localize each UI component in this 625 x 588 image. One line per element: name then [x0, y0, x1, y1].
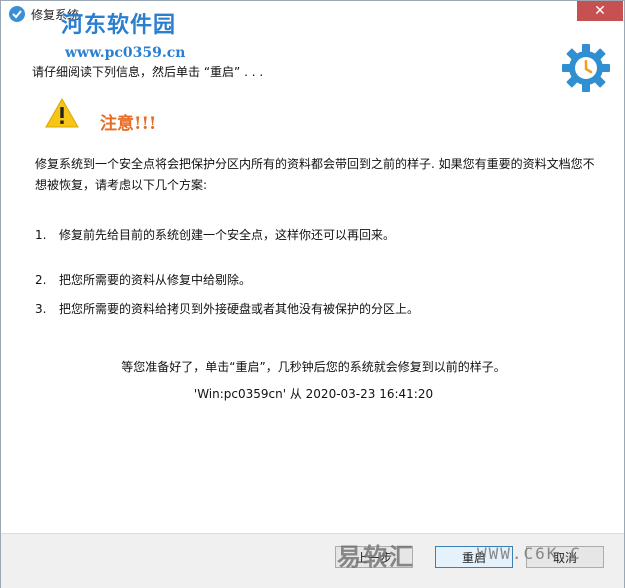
restore-point-info: 'Win:pc0359cn' 从 2020-03-23 16:41:20: [193, 387, 434, 401]
list-item: 3. 把您所需要的资料给拷贝到外接硬盘或者其他没有被保护的分区上。: [35, 300, 419, 317]
warning-icon: [44, 97, 80, 129]
watermark-bottom-url: WWW.C6K.C: [477, 544, 582, 563]
list-item-number: 1.: [35, 228, 47, 242]
close-button[interactable]: ✕: [577, 1, 623, 21]
list-item-text: 把您所需要的资料给拷贝到外接硬盘或者其他没有被保护的分区上。: [59, 302, 420, 316]
ready-text: 等您准备好了，单击“重启”，几秒钟后您的系统就会修复到以前的样子。: [121, 360, 506, 374]
restore-window: 修复系统 ✕ 河东软件园 www.pc0359.cn 请仔细阅读下列信息，然后单…: [0, 0, 625, 588]
instruction-text: 请仔细阅读下列信息，然后单击 “重启” . . .: [32, 65, 264, 79]
list-item-text: 修复前先给目前的系统创建一个安全点，这样你还可以再回来。: [59, 228, 396, 242]
list-item: 2. 把您所需要的资料从修复中给剔除。: [35, 271, 251, 288]
watermark-site-url: www.pc0359.cn: [65, 45, 186, 61]
watermark-bottom-text: 易软汇: [337, 542, 415, 571]
list-item-number: 3.: [35, 302, 47, 316]
app-icon: [8, 5, 26, 23]
warning-paragraph: 修复系统到一个安全点将会把保护分区内所有的资料都会带回到之前的样子. 如果您有重…: [35, 157, 595, 192]
gear-clock-icon: [560, 42, 612, 94]
close-icon: ✕: [594, 3, 606, 19]
warning-title: 注意!!!: [100, 114, 157, 134]
list-item-number: 2.: [35, 273, 47, 287]
watermark-site-name: 河东软件园: [61, 12, 177, 38]
list-item-text: 把您所需要的资料从修复中给剔除。: [59, 273, 252, 287]
list-item: 1. 修复前先给目前的系统创建一个安全点，这样你还可以再回来。: [35, 226, 395, 243]
